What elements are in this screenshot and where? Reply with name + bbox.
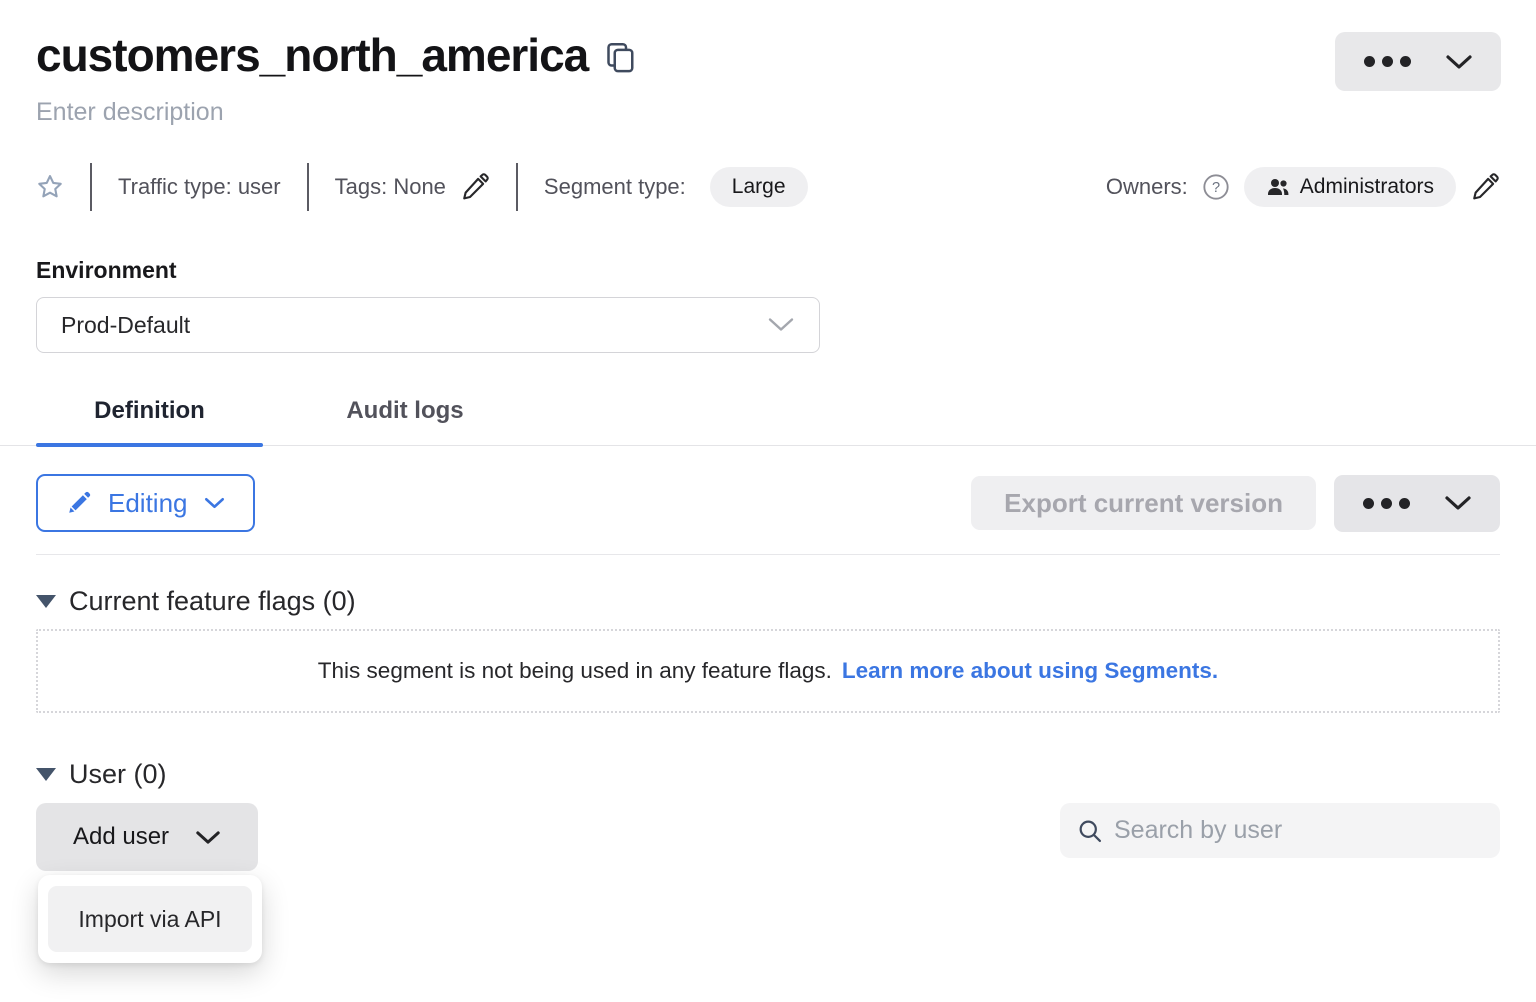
- environment-label: Environment: [36, 257, 1500, 284]
- help-question-icon[interactable]: ?: [1202, 173, 1230, 201]
- page-title: customers_north_america: [36, 28, 588, 82]
- edit-owners-pencil-icon[interactable]: [1470, 172, 1500, 202]
- favorite-star-icon[interactable]: [36, 173, 64, 201]
- tags: Tags: None: [335, 172, 490, 202]
- owners-value: Administrators: [1300, 175, 1434, 199]
- ellipsis-icon: [1364, 56, 1411, 67]
- collapse-caret-icon[interactable]: [36, 768, 56, 781]
- search-icon: [1076, 817, 1104, 845]
- add-user-button[interactable]: Add user: [36, 803, 258, 871]
- divider: [36, 554, 1500, 555]
- feature-flags-section-header[interactable]: Current feature flags (0): [36, 586, 1500, 617]
- feature-flags-empty-state: This segment is not being used in any fe…: [36, 629, 1500, 713]
- owners-label: Owners:: [1106, 174, 1188, 200]
- chevron-down-icon: [204, 496, 225, 510]
- edit-tags-pencil-icon[interactable]: [460, 172, 490, 202]
- toolbar: Editing Export current version: [36, 474, 1500, 532]
- segment-type: Segment type: Large: [544, 167, 808, 207]
- user-section-title: User (0): [69, 759, 167, 790]
- pencil-icon: [66, 490, 92, 516]
- tab-definition[interactable]: Definition: [36, 385, 263, 445]
- chevron-down-icon: [195, 829, 221, 846]
- owners-badge: Administrators: [1244, 167, 1456, 207]
- feature-flags-section-title: Current feature flags (0): [69, 586, 356, 617]
- tab-audit-logs[interactable]: Audit logs: [321, 385, 489, 445]
- editing-mode-button[interactable]: Editing: [36, 474, 255, 532]
- segment-type-label: Segment type:: [544, 174, 686, 200]
- svg-text:?: ?: [1212, 180, 1220, 196]
- segment-type-badge: Large: [710, 167, 808, 207]
- people-icon: [1266, 176, 1290, 198]
- chevron-down-icon: [1445, 53, 1473, 71]
- tags-label: Tags: None: [335, 174, 446, 200]
- environment-select[interactable]: Prod-Default: [36, 297, 820, 353]
- learn-more-link[interactable]: Learn more about using Segments.: [842, 658, 1218, 684]
- collapse-caret-icon[interactable]: [36, 595, 56, 608]
- tab-bar: Definition Audit logs: [0, 385, 1536, 446]
- divider: [307, 163, 309, 211]
- user-section-header[interactable]: User (0): [36, 759, 1500, 790]
- user-actions-row: Add user Import via API: [36, 803, 1500, 871]
- header-more-button[interactable]: [1335, 32, 1501, 91]
- user-search-input[interactable]: [1114, 816, 1484, 845]
- divider: [90, 163, 92, 211]
- user-search-box[interactable]: [1060, 803, 1500, 858]
- description-field[interactable]: Enter description: [36, 98, 1500, 127]
- environment-selected-value: Prod-Default: [61, 312, 190, 339]
- traffic-type: Traffic type: user: [118, 174, 281, 200]
- copy-icon[interactable]: [606, 41, 636, 75]
- toolbar-more-button[interactable]: [1334, 475, 1500, 532]
- chevron-down-icon: [1444, 494, 1472, 512]
- owners-group: Owners: ? Administrators: [1106, 167, 1500, 207]
- export-current-version-button[interactable]: Export current version: [971, 476, 1316, 530]
- title-row: customers_north_america: [36, 28, 1500, 82]
- editing-label: Editing: [108, 488, 188, 519]
- ellipsis-icon: [1363, 498, 1410, 509]
- empty-state-text: This segment is not being used in any fe…: [318, 658, 832, 684]
- divider: [516, 163, 518, 211]
- chevron-down-icon: [767, 316, 795, 334]
- meta-row: Traffic type: user Tags: None Segment ty…: [36, 163, 1500, 211]
- menu-item-import-via-api[interactable]: Import via API: [48, 886, 252, 952]
- add-user-dropdown-menu: Import via API: [38, 875, 262, 963]
- add-user-label: Add user: [73, 823, 169, 851]
